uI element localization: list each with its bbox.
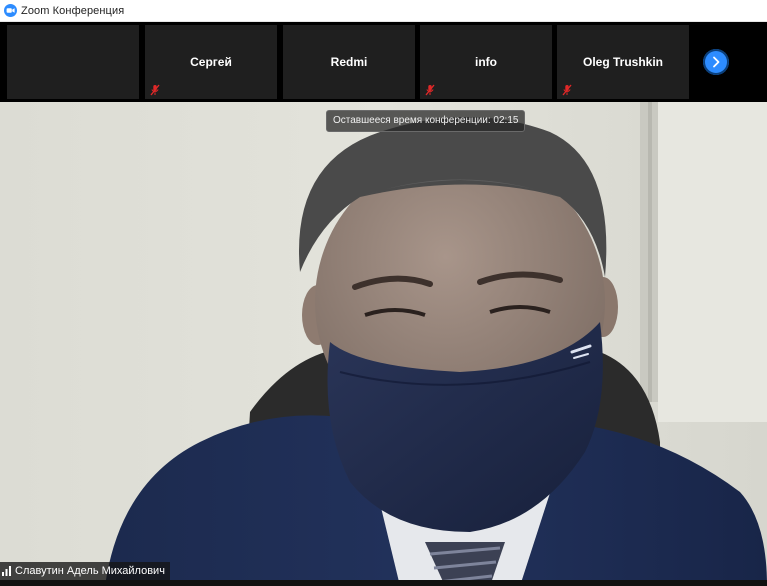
participant-tile-sergey[interactable]: Сергей <box>145 25 277 99</box>
muted-microphone-icon <box>425 84 435 96</box>
participant-name: Сергей <box>190 55 232 69</box>
participant-name: Redmi <box>330 55 368 69</box>
participant-strip: Сергей Redmi info Oleg Trushkin <box>0 22 767 102</box>
zoom-camera-icon <box>4 4 17 17</box>
bottom-border <box>0 580 767 586</box>
connection-bars-icon <box>2 566 11 576</box>
muted-microphone-icon <box>150 84 160 96</box>
participant-name: info <box>475 55 497 69</box>
participant-tile-blank[interactable] <box>7 25 139 99</box>
participant-tile-redmi[interactable]: Redmi <box>283 25 415 99</box>
active-speaker-name-tag: Славутин Адель Михайлович <box>0 562 170 580</box>
participant-name: Oleg Trushkin <box>582 55 663 69</box>
speaker-video-frame <box>0 102 767 586</box>
next-participants-button[interactable] <box>703 49 729 75</box>
window-titlebar: Zoom Конференция <box>0 0 767 22</box>
active-speaker-video <box>0 102 767 586</box>
participant-tile-oleg-trushkin[interactable]: Oleg Trushkin <box>557 25 689 99</box>
active-speaker-name: Славутин Адель Михайлович <box>15 565 165 577</box>
time-remaining-banner: Оставшееся время конференции: 02:15 <box>326 110 526 132</box>
participant-tile-info[interactable]: info <box>420 25 552 99</box>
chevron-right-icon <box>713 56 720 68</box>
window-title: Zoom Конференция <box>21 4 125 17</box>
muted-microphone-icon <box>562 84 572 96</box>
